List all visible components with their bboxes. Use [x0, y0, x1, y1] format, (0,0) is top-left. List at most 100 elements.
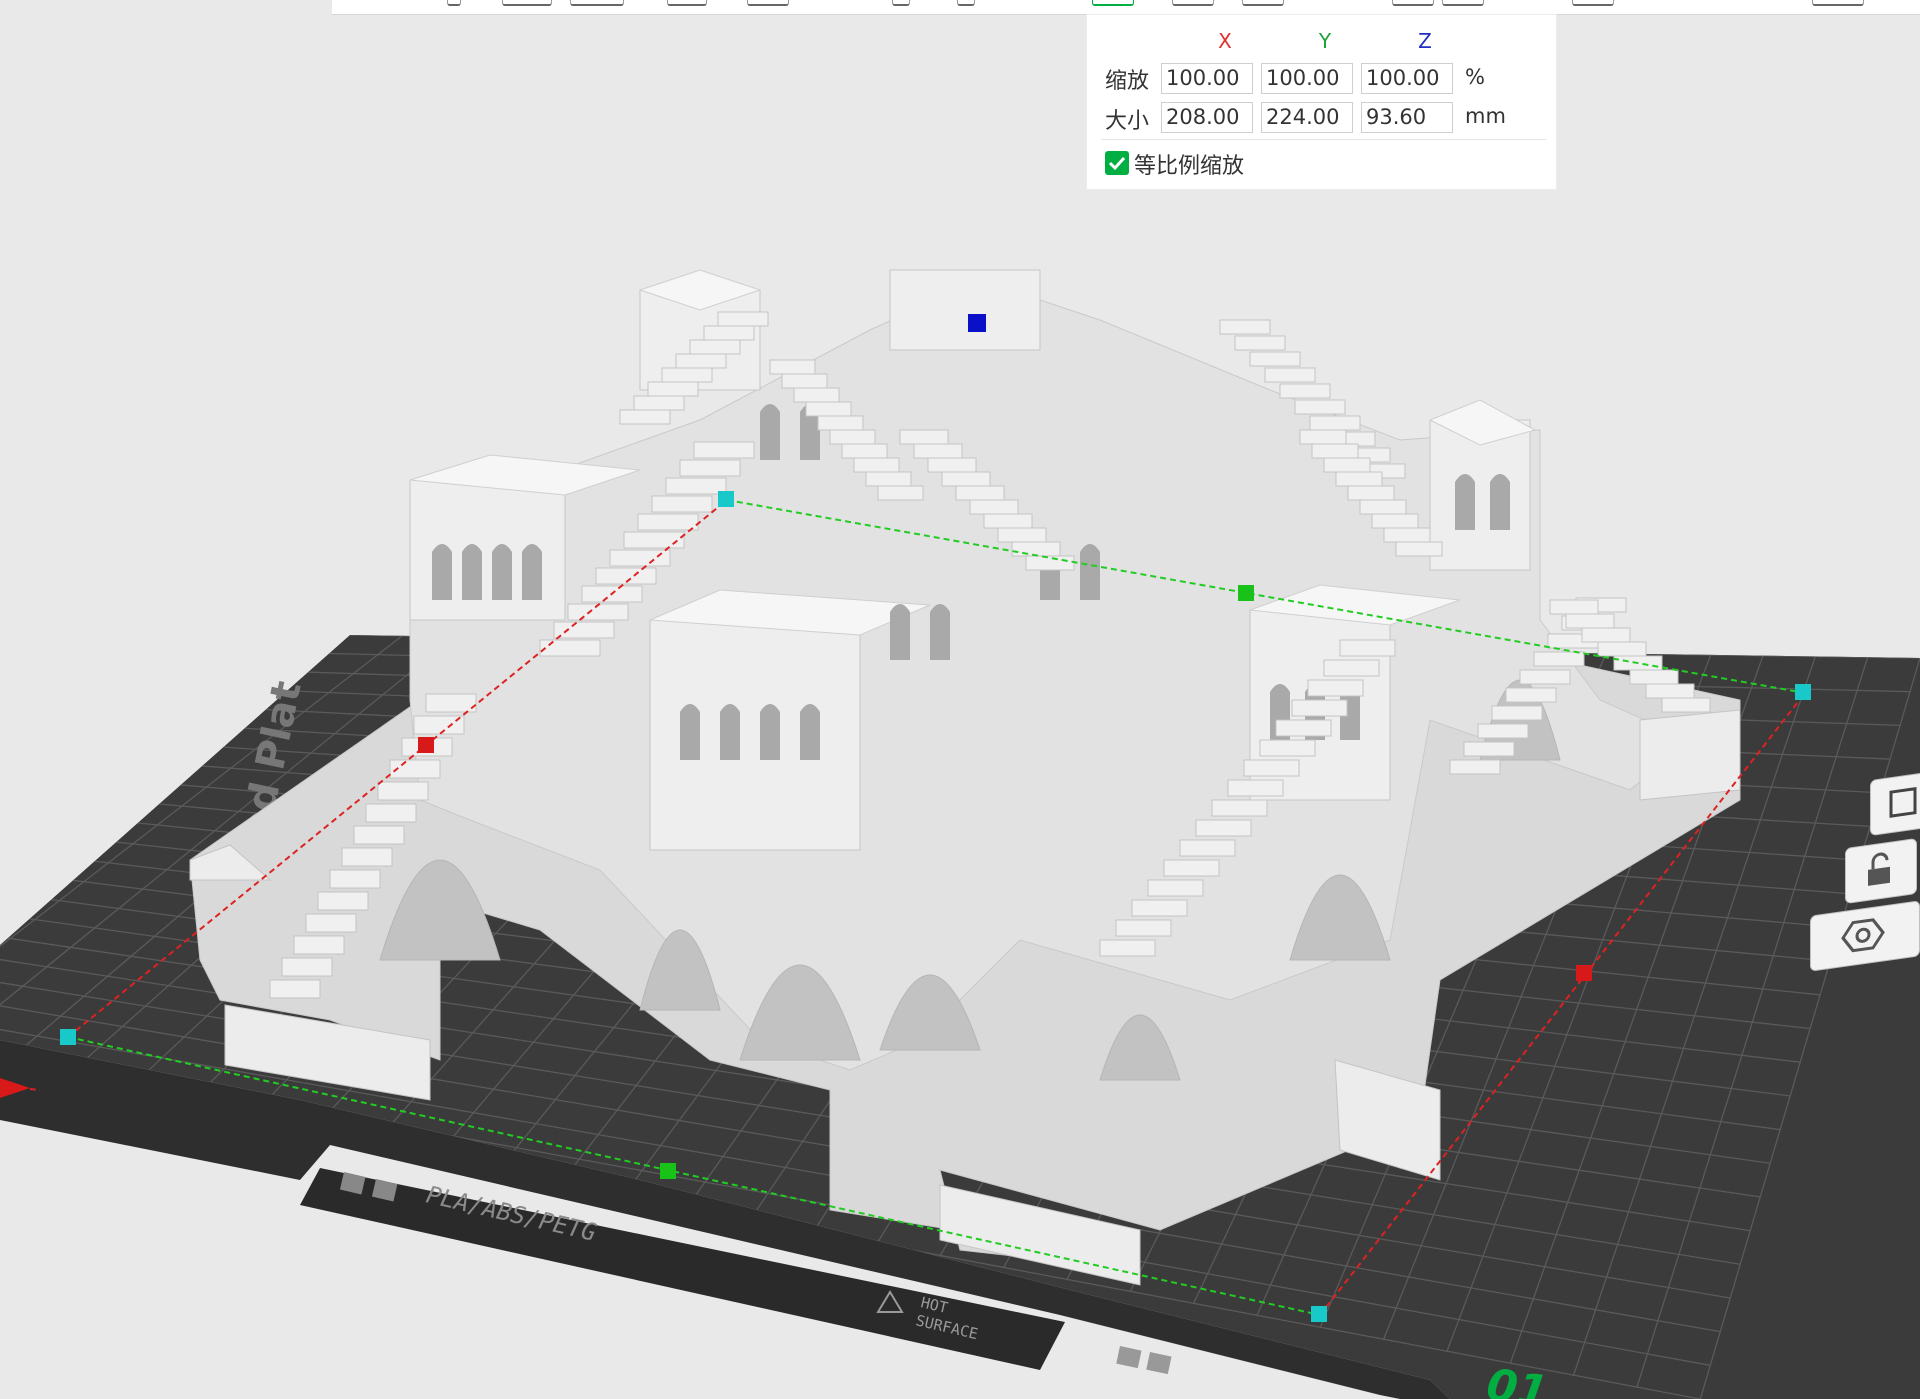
stair-step — [1347, 485, 1395, 501]
check-icon — [1108, 156, 1126, 171]
scale-handle-corner-front-left[interactable] — [60, 1029, 76, 1045]
stair-step — [1243, 759, 1300, 777]
stair-step — [983, 513, 1033, 529]
stair-step — [1115, 919, 1172, 937]
size-row-label: 大小 — [1105, 109, 1150, 134]
layers-button[interactable] — [1870, 769, 1920, 837]
stair-step — [1011, 541, 1061, 557]
window-slot — [760, 704, 780, 760]
toolbar-button-12[interactable] — [1442, 0, 1484, 6]
stair-step — [633, 395, 685, 411]
scale-z-input[interactable]: 100.00 — [1361, 63, 1453, 94]
axis-y-header: Y — [1318, 29, 1332, 53]
lock-button[interactable] — [1845, 837, 1917, 905]
stair-step — [1195, 819, 1252, 837]
stair-step — [1565, 613, 1615, 629]
stair-step — [1307, 679, 1364, 697]
stair-step — [1219, 319, 1271, 335]
stair-step — [269, 979, 321, 999]
toolbar-button-4[interactable] — [667, 0, 707, 6]
scale-x-input[interactable]: 100.00 — [1161, 63, 1253, 94]
window-slot — [680, 704, 700, 760]
stair-step — [651, 495, 713, 513]
stair-step — [1533, 651, 1585, 667]
stair-step — [1279, 383, 1331, 399]
stair-step — [353, 825, 405, 845]
scale-handle-corner-back-left[interactable] — [718, 491, 734, 507]
stair-step — [1291, 699, 1348, 717]
toolbar-button-6[interactable] — [892, 0, 910, 6]
stair-step — [377, 781, 429, 801]
scale-panel: X Y Z 缩放 100.00 100.00 100.00 % 大小 208.0… — [1086, 14, 1557, 190]
stair-step — [1311, 443, 1359, 459]
stair-step — [1131, 899, 1188, 917]
toolbar-button-5[interactable] — [747, 0, 789, 6]
toolbar-button-7[interactable] — [957, 0, 975, 6]
stair-step — [1395, 541, 1443, 557]
toolbar-button-14[interactable] — [1812, 0, 1864, 6]
scale-handle-corner-front-right[interactable] — [1311, 1306, 1327, 1322]
stair-step — [1519, 669, 1571, 685]
stair-step — [661, 367, 713, 383]
stair-step — [969, 499, 1019, 515]
scale-handle-y-front[interactable] — [660, 1163, 676, 1179]
stair-step — [281, 957, 333, 977]
size-y-input[interactable]: 224.00 — [1261, 102, 1353, 133]
toolbar-button-11[interactable] — [1392, 0, 1434, 6]
stair-step — [1661, 697, 1711, 713]
lock-icon — [1868, 852, 1890, 886]
stair-step — [317, 891, 369, 911]
scale-unit: % — [1465, 65, 1485, 89]
toolbar-button-10[interactable] — [1242, 0, 1284, 6]
window-slot — [522, 544, 542, 600]
3d-viewport[interactable]: PLA/ABS/PETG HOT SURFACE 01 ed Plat X Y … — [0, 0, 1920, 1399]
stair-step — [1449, 759, 1501, 775]
size-z-input[interactable]: 93.60 — [1361, 102, 1453, 133]
scale-handle-y-back[interactable] — [1238, 585, 1254, 601]
toolbar-button-1[interactable] — [447, 0, 461, 6]
toolbar-button-13[interactable] — [1572, 0, 1614, 6]
scale-handle-corner-back-right[interactable] — [1795, 684, 1811, 700]
stair-step — [329, 869, 381, 889]
toolbar-button-3[interactable] — [570, 0, 624, 6]
stair-step — [927, 457, 977, 473]
stair-step — [793, 387, 840, 403]
panel-divider — [1101, 139, 1546, 140]
stair-step — [997, 527, 1047, 543]
scene-canvas[interactable]: PLA/ABS/PETG HOT SURFACE 01 ed Plat — [0, 0, 1920, 1399]
stair-step — [1234, 335, 1286, 351]
toolbar-button-2[interactable] — [502, 0, 552, 6]
scale-handle-x-left[interactable] — [418, 737, 434, 753]
uniform-scale-checkbox[interactable] — [1105, 151, 1129, 175]
scale-y-input[interactable]: 100.00 — [1261, 63, 1353, 94]
stair-step — [1491, 705, 1543, 721]
stair-step — [1025, 555, 1075, 571]
stair-step — [899, 429, 949, 445]
layers-icon — [1889, 787, 1917, 818]
stair-step — [1323, 457, 1371, 473]
stair-step — [1163, 859, 1220, 877]
scale-handle-x-right[interactable] — [1576, 965, 1592, 981]
stair-step — [1249, 351, 1301, 367]
stair-step — [1371, 513, 1419, 529]
stair-step — [539, 639, 601, 657]
stair-step — [769, 359, 816, 375]
stair-step — [1463, 741, 1515, 757]
stair-step — [1099, 939, 1156, 957]
size-x-input[interactable]: 208.00 — [1161, 102, 1253, 133]
stair-step — [913, 443, 963, 459]
window-slot — [432, 544, 452, 600]
stair-step — [1299, 429, 1347, 445]
scale-tool-button[interactable] — [1092, 0, 1134, 6]
window-slot — [890, 604, 910, 660]
toolbar-button-9[interactable] — [1172, 0, 1214, 6]
stair-step — [1581, 627, 1631, 643]
scale-handle-z-top[interactable] — [968, 314, 986, 332]
uniform-scale-label: 等比例缩放 — [1134, 154, 1245, 179]
hexagon-icon — [1841, 918, 1885, 953]
stair-step — [293, 935, 345, 955]
stair-step — [781, 373, 828, 389]
window-slot — [462, 544, 482, 600]
stair-step — [817, 415, 864, 431]
stair-step — [1477, 723, 1529, 739]
